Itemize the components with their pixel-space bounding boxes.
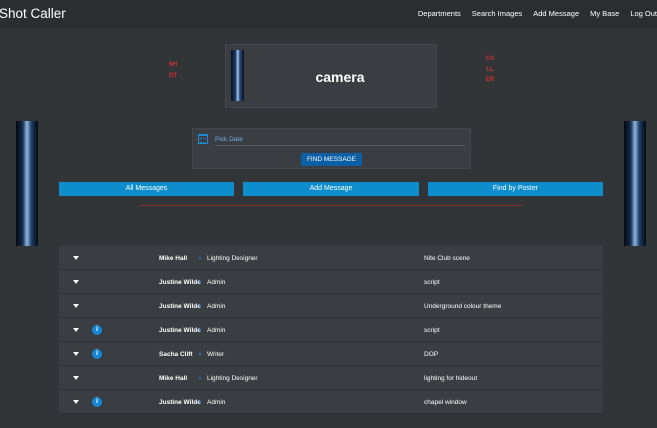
message-poster: Justine Wilde: [159, 399, 201, 406]
all-messages-button[interactable]: All Messages: [59, 182, 234, 196]
message-row[interactable]: Mike Hall Lighting Designer lighting for h…: [59, 366, 603, 390]
find-by-poster-button[interactable]: Find by Poster: [428, 182, 603, 196]
divider: [140, 205, 523, 206]
separator-dot: [199, 353, 201, 355]
vertical-text-caller: CALLER: [485, 56, 495, 83]
info-icon[interactable]: i: [92, 349, 102, 359]
navbar: Shot Caller Departments Search Images Ad…: [0, 0, 657, 28]
date-search-form: FIND MESSAGE: [192, 128, 471, 169]
message-department: Lighting Designer: [207, 375, 258, 382]
caret-down-icon[interactable]: [73, 280, 79, 284]
message-department: Lighting Designer: [207, 255, 258, 262]
message-department: Admin: [207, 279, 226, 286]
department-card: camera: [225, 44, 437, 108]
separator-dot: [199, 401, 201, 403]
caret-down-icon[interactable]: [73, 400, 79, 404]
message-poster: Justine Wilde: [159, 303, 201, 310]
caret-down-icon[interactable]: [73, 376, 79, 380]
separator-dot: [199, 329, 201, 331]
nav-search-images[interactable]: Search Images: [472, 9, 522, 18]
info-icon[interactable]: i: [92, 325, 102, 335]
caret-down-icon[interactable]: [73, 328, 79, 332]
message-department: Admin: [207, 303, 226, 310]
right-banner-image: [624, 121, 646, 246]
message-department: Writer: [207, 351, 225, 358]
separator-dot: [199, 377, 201, 379]
nav-my-base[interactable]: My Base: [590, 9, 619, 18]
message-subject[interactable]: lighting for hideout: [424, 375, 477, 382]
nav-add-message[interactable]: Add Message: [533, 9, 579, 18]
message-row[interactable]: i Sacha Clift Writer DOP: [59, 342, 603, 366]
message-poster: Mike Hall: [159, 375, 188, 382]
message-row[interactable]: Justine Wilde Admin script: [59, 270, 603, 294]
message-subject[interactable]: Underground colour theme: [424, 303, 501, 310]
message-row[interactable]: i Justine Wilde Admin chapel window: [59, 390, 603, 414]
caret-down-icon[interactable]: [73, 304, 79, 308]
message-row[interactable]: i Justine Wilde Admin script: [59, 318, 603, 342]
message-department: Admin: [207, 399, 226, 406]
message-poster: Justine Wilde: [159, 279, 201, 286]
message-poster: Mike Hall: [159, 255, 188, 262]
pick-date-input[interactable]: [215, 134, 465, 146]
nav-links: Departments Search Images Add Message My…: [407, 9, 657, 18]
message-subject[interactable]: Nite Club scene: [424, 255, 470, 262]
separator-dot: [199, 257, 201, 259]
caret-down-icon[interactable]: [73, 256, 79, 260]
left-banner-image: [16, 121, 38, 246]
find-message-button[interactable]: FIND MESSAGE: [301, 153, 362, 166]
info-icon[interactable]: i: [92, 397, 102, 407]
message-department: Admin: [207, 327, 226, 334]
separator-dot: [199, 305, 201, 307]
department-title: camera: [315, 69, 365, 85]
message-list: Mike Hall Lighting Designer Nite Club scen…: [59, 246, 603, 414]
nav-departments[interactable]: Departments: [418, 9, 461, 18]
caret-down-icon[interactable]: [73, 352, 79, 356]
brand-title[interactable]: Shot Caller: [0, 6, 66, 21]
message-subject[interactable]: DOP: [424, 351, 438, 358]
message-poster: Sacha Clift: [159, 351, 193, 358]
add-message-button[interactable]: Add Message: [243, 182, 419, 196]
vertical-text-shot: SHOT: [168, 62, 178, 79]
message-subject[interactable]: script: [424, 279, 440, 286]
message-subject[interactable]: script: [424, 327, 440, 334]
message-row[interactable]: Justine Wilde Admin Underground colour the…: [59, 294, 603, 318]
separator-dot: [199, 281, 201, 283]
nav-log-out[interactable]: Log Out: [630, 9, 657, 18]
calendar-icon[interactable]: [198, 134, 208, 144]
message-poster: Justine Wilde: [159, 327, 201, 334]
message-subject[interactable]: chapel window: [424, 399, 467, 406]
message-row[interactable]: Mike Hall Lighting Designer Nite Club scen…: [59, 246, 603, 270]
